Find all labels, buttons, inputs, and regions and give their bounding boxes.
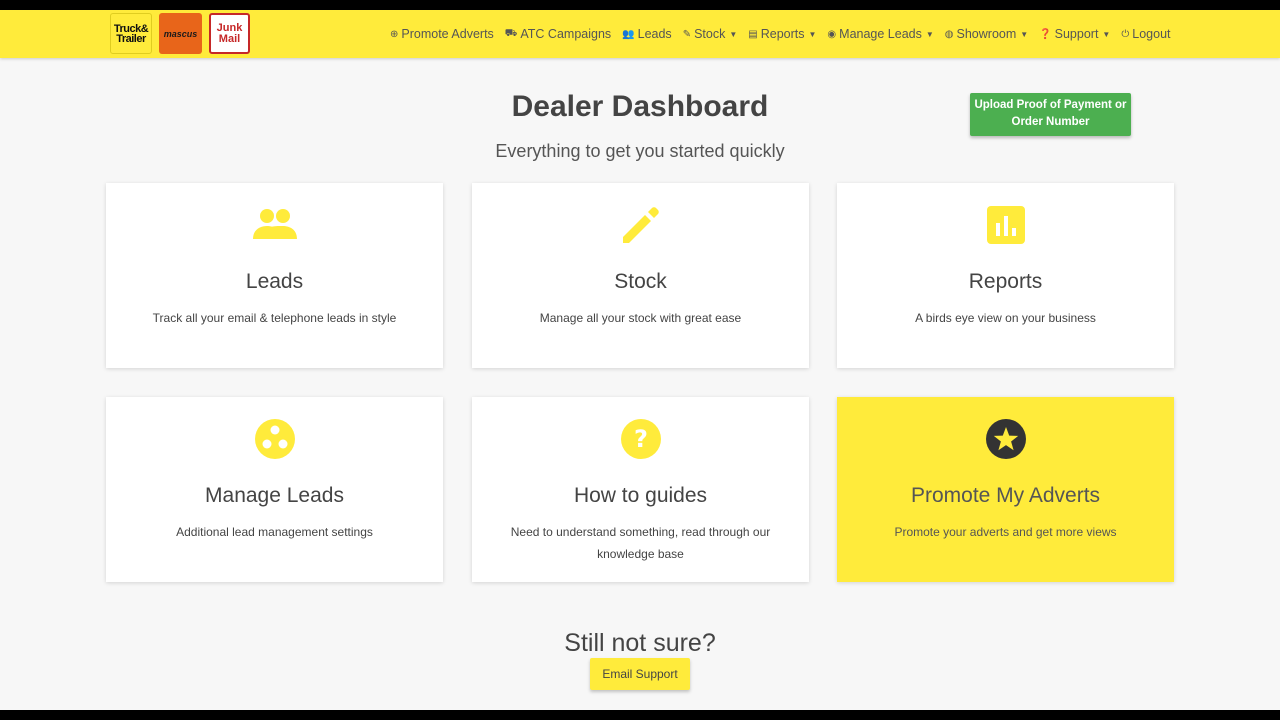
users-icon: 👥 bbox=[622, 28, 635, 40]
user-circle-icon: ◍ bbox=[944, 28, 954, 40]
mascus-logo-text: mascus bbox=[163, 28, 198, 39]
question-icon: ❓ bbox=[1039, 28, 1052, 40]
card-title: How to guides bbox=[573, 484, 708, 507]
help-icon: ? bbox=[472, 417, 809, 461]
truck-trailer-logo-line1: Truck& bbox=[113, 22, 149, 35]
truck-trailer-logo[interactable]: Truck& Trailer bbox=[110, 13, 152, 54]
junk-mail-logo-line1: Junk bbox=[216, 21, 243, 34]
card-description: Need to understand something, read throu… bbox=[510, 525, 771, 561]
junk-mail-logo-line2: Mail bbox=[218, 32, 241, 45]
nav-label: Leads bbox=[637, 27, 672, 41]
caret-down-icon: ▼ bbox=[808, 29, 817, 39]
nav-leads[interactable]: 👥 Leads bbox=[622, 27, 672, 41]
upload-proof-button[interactable]: Upload Proof of Payment or Order Number bbox=[970, 93, 1131, 136]
svg-text:?: ? bbox=[634, 425, 648, 453]
nav-atc-campaigns[interactable]: ⛟ ATC Campaigns bbox=[505, 27, 611, 41]
nav-label: Manage Leads bbox=[839, 27, 922, 41]
card-description: Additional lead management settings bbox=[176, 525, 373, 539]
page-subtitle: Everything to get you started quickly bbox=[495, 141, 785, 161]
mascus-logo[interactable]: mascus bbox=[159, 13, 202, 54]
bubble-chart-icon bbox=[106, 417, 443, 461]
card-title: Promote My Adverts bbox=[910, 484, 1101, 507]
nav-logout[interactable]: ⏻ Logout bbox=[1121, 27, 1170, 41]
nav-stock[interactable]: ✎ Stock ▼ bbox=[683, 27, 738, 41]
people-icon bbox=[106, 203, 443, 247]
card-title: Reports bbox=[968, 270, 1043, 293]
card-title: Stock bbox=[614, 270, 667, 293]
caret-down-icon: ▼ bbox=[1020, 29, 1029, 39]
nav-manage-leads[interactable]: ◉ Manage Leads ▼ bbox=[827, 27, 933, 41]
main-nav: ⊕ Promote Adverts ⛟ ATC Campaigns 👥 Lead… bbox=[390, 10, 1182, 58]
card-description: Track all your email & telephone leads i… bbox=[152, 311, 397, 325]
nav-support[interactable]: ❓ Support ▼ bbox=[1039, 27, 1110, 41]
caret-down-icon: ▼ bbox=[925, 29, 934, 39]
card-description: Manage all your stock with great ease bbox=[539, 311, 742, 325]
chart-icon: ▤ bbox=[748, 28, 758, 40]
nav-label: Stock bbox=[694, 27, 726, 41]
card-description: Promote your adverts and get more views bbox=[894, 525, 1117, 539]
circles-icon: ◉ bbox=[827, 28, 837, 40]
card-reports[interactable]: Reports A birds eye view on your busines… bbox=[837, 183, 1174, 368]
power-icon: ⏻ bbox=[1121, 28, 1130, 40]
junk-mail-logo[interactable]: Junk Mail bbox=[209, 13, 250, 54]
nav-label: Support bbox=[1054, 27, 1099, 41]
plus-circle-icon: ⊕ bbox=[390, 28, 399, 40]
pencil-icon: ✎ bbox=[682, 28, 692, 40]
nav-label: Logout bbox=[1132, 27, 1171, 41]
pencil-icon bbox=[472, 203, 809, 247]
nav-label: Promote Adverts bbox=[401, 27, 494, 41]
card-title: Leads bbox=[245, 270, 304, 293]
card-promote-adverts[interactable]: Promote My Adverts Promote your adverts … bbox=[837, 397, 1174, 582]
top-navbar: Truck& Trailer mascus Junk Mail ⊕ Promot… bbox=[0, 10, 1280, 58]
nav-label: ATC Campaigns bbox=[520, 27, 612, 41]
card-stock[interactable]: Stock Manage all your stock with great e… bbox=[472, 183, 809, 368]
app-frame: Truck& Trailer mascus Junk Mail ⊕ Promot… bbox=[0, 10, 1280, 710]
card-manage-leads[interactable]: Manage Leads Additional lead management … bbox=[106, 397, 443, 582]
card-how-to-guides[interactable]: ? How to guides Need to understand somet… bbox=[472, 397, 809, 582]
bar-chart-icon bbox=[837, 203, 1174, 247]
email-support-button[interactable]: Email Support bbox=[590, 658, 690, 690]
card-leads[interactable]: Leads Track all your email & telephone l… bbox=[106, 183, 443, 368]
nav-reports[interactable]: ▤ Reports ▼ bbox=[748, 27, 816, 41]
caret-down-icon: ▼ bbox=[729, 29, 738, 39]
star-circle-icon bbox=[837, 417, 1174, 461]
card-description: A birds eye view on your business bbox=[915, 311, 1096, 325]
nav-label: Showroom bbox=[956, 27, 1017, 41]
car-icon: ⛟ bbox=[504, 27, 518, 39]
card-title: Manage Leads bbox=[205, 484, 344, 507]
still-not-sure-heading: Still not sure? bbox=[564, 629, 716, 657]
nav-label: Reports bbox=[760, 27, 805, 41]
caret-down-icon: ▼ bbox=[1102, 29, 1111, 39]
truck-trailer-logo-line2: Trailer bbox=[116, 32, 146, 45]
nav-promote-adverts[interactable]: ⊕ Promote Adverts bbox=[390, 27, 494, 41]
nav-showroom[interactable]: ◍ Showroom ▼ bbox=[945, 27, 1028, 41]
